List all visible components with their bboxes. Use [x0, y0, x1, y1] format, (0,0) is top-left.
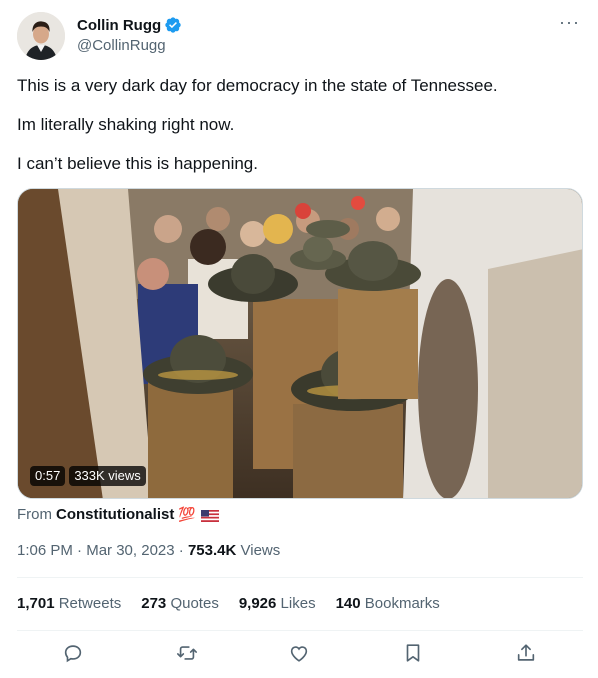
- share-icon[interactable]: [515, 642, 539, 666]
- more-options-icon[interactable]: ···: [559, 13, 579, 36]
- video-duration-badge: 0:57: [30, 466, 66, 486]
- likes-stat[interactable]: 9,926 Likes: [239, 595, 316, 612]
- tweet-time-link[interactable]: 1:06 PM: [17, 542, 73, 559]
- avatar[interactable]: [17, 12, 65, 60]
- author-names: Collin Rugg @CollinRugg: [77, 15, 182, 54]
- tweet: Collin Rugg @CollinRugg ··· This is a ve…: [0, 0, 598, 678]
- views-count: 753.4K: [187, 542, 237, 559]
- tweet-header: Collin Rugg @CollinRugg ···: [17, 12, 583, 62]
- tweet-meta: 1:06 PM · Mar 30, 2023 · 753.4K Views: [17, 542, 280, 559]
- tweet-text-line: I can’t believe this is happening.: [17, 154, 258, 173]
- bookmark-icon[interactable]: [402, 642, 426, 666]
- bookmarks-stat[interactable]: 140 Bookmarks: [336, 595, 440, 612]
- video-player[interactable]: 0:57 333K views: [17, 188, 583, 499]
- tweet-text-line: This is a very dark day for democracy in…: [17, 76, 498, 95]
- retweet-icon[interactable]: [176, 642, 200, 666]
- tweet-text: This is a very dark day for democracy in…: [17, 74, 577, 191]
- handle[interactable]: @CollinRugg: [77, 37, 182, 54]
- video-thumbnail: [18, 189, 582, 498]
- hundred-points-emoji: 💯: [178, 506, 196, 522]
- divider: [17, 630, 583, 631]
- retweets-stat[interactable]: 1,701 Retweets: [17, 595, 121, 612]
- tweet-date-link[interactable]: Mar 30, 2023: [86, 542, 174, 559]
- views-label: Views: [240, 542, 281, 559]
- video-views-badge: 333K views: [69, 466, 146, 486]
- source-account-link[interactable]: Constitutionalist: [56, 506, 174, 523]
- tweet-text-line: Im literally shaking right now.: [17, 115, 235, 134]
- reply-icon[interactable]: [62, 642, 86, 666]
- verified-badge-icon[interactable]: [164, 16, 182, 34]
- action-bar: [17, 640, 583, 670]
- meta-separator: ·: [77, 542, 83, 559]
- video-source: From Constitutionalist 💯: [17, 506, 219, 523]
- engagement-stats: 1,701 Retweets 273 Quotes 9,926 Likes 14…: [17, 595, 460, 612]
- us-flag-icon: [200, 509, 219, 522]
- meta-separator: ·: [178, 542, 184, 559]
- source-prefix: From: [17, 506, 52, 523]
- like-icon[interactable]: [288, 642, 312, 666]
- quotes-stat[interactable]: 273 Quotes: [141, 595, 219, 612]
- video-badges: 0:57 333K views: [30, 466, 146, 486]
- display-name[interactable]: Collin Rugg: [77, 17, 161, 34]
- divider: [17, 577, 583, 578]
